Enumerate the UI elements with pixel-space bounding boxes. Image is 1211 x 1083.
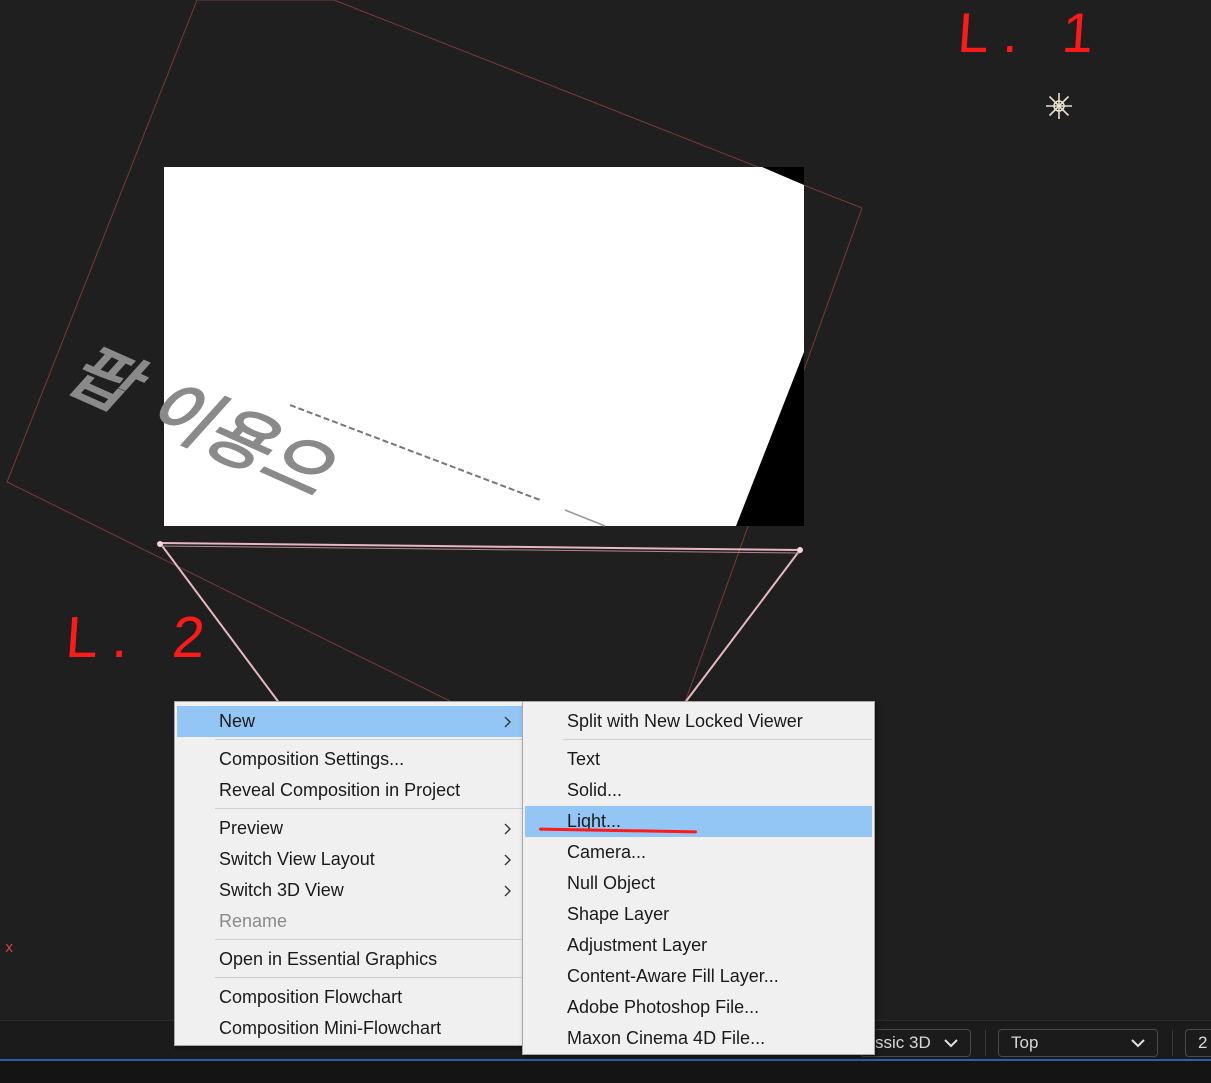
menu-item-cinema-4d-file[interactable]: Maxon Cinema 4D File... [525, 1023, 872, 1054]
menu-item-label: Rename [219, 911, 288, 931]
menu-item-preview[interactable]: Preview [177, 813, 523, 844]
menu-item-new[interactable]: New [177, 706, 523, 737]
renderer-value: ssic 3D [875, 1033, 931, 1052]
menu-item-label: Shape Layer [567, 904, 670, 924]
status-bar [0, 1061, 1211, 1083]
chevron-right-icon [504, 716, 511, 728]
toolbar-divider [985, 1030, 986, 1056]
menu-item-label: Content-Aware Fill Layer... [567, 966, 779, 986]
menu-item-label: Reveal Composition in Project [219, 780, 461, 800]
menu-item-shape-layer[interactable]: Shape Layer [525, 899, 872, 930]
wire-handle-left[interactable] [157, 541, 163, 547]
menu-separator [215, 939, 523, 940]
menu-item-label: New [219, 711, 256, 731]
3d-view-value: Top [1011, 1033, 1039, 1052]
axis-marker: x [5, 940, 14, 956]
menu-separator [563, 739, 872, 740]
menu-item-split-locked-viewer[interactable]: Split with New Locked Viewer [525, 706, 872, 737]
menu-item-camera[interactable]: Camera... [525, 837, 872, 868]
menu-item-label: Light... [567, 811, 622, 831]
menu-item-label: Open in Essential Graphics [219, 949, 438, 969]
toolbar-divider [1172, 1030, 1173, 1056]
menu-item-label: Adjustment Layer [567, 935, 708, 955]
renderer-dropdown[interactable]: ssic 3D [860, 1029, 971, 1057]
menu-item-label: Composition Flowchart [219, 987, 403, 1007]
menu-item-label: Switch View Layout [219, 849, 375, 869]
menu-item-adjustment-layer[interactable]: Adjustment Layer [525, 930, 872, 961]
menu-separator [215, 977, 523, 978]
layer2-wireframe[interactable] [157, 541, 802, 705]
menu-item-switch-view-layout[interactable]: Switch View Layout [177, 844, 523, 875]
menu-item-reveal-composition[interactable]: Reveal Composition in Project [177, 775, 523, 806]
chevron-right-icon [504, 854, 511, 866]
menu-item-label: Maxon Cinema 4D File... [567, 1028, 766, 1048]
menu-item-label: Text [567, 749, 601, 769]
context-menu: New Composition Settings... Reveal Compo… [174, 701, 526, 1046]
menu-separator [215, 739, 523, 740]
menu-item-label: Switch 3D View [219, 880, 344, 900]
menu-item-label: Adobe Photoshop File... [567, 997, 760, 1017]
menu-item-composition-settings[interactable]: Composition Settings... [177, 744, 523, 775]
3d-view-dropdown[interactable]: Top [998, 1029, 1158, 1057]
chevron-down-icon [1131, 1039, 1145, 1048]
view-layout-dropdown[interactable]: 2 [1185, 1029, 1211, 1057]
chevron-down-icon [944, 1039, 958, 1048]
menu-item-solid[interactable]: Solid... [525, 775, 872, 806]
menu-item-open-essential-graphics[interactable]: Open in Essential Graphics [177, 944, 523, 975]
light-icon[interactable] [1045, 92, 1073, 120]
view-layout-value: 2 [1198, 1033, 1208, 1052]
menu-item-label: Camera... [567, 842, 647, 862]
wire-handle-right[interactable] [797, 547, 803, 553]
chevron-right-icon [504, 885, 511, 897]
menu-item-content-aware-fill-layer[interactable]: Content-Aware Fill Layer... [525, 961, 872, 992]
menu-item-light[interactable]: Light... [525, 806, 872, 837]
menu-item-label: Composition Settings... [219, 749, 405, 769]
menu-item-composition-mini-flowchart[interactable]: Composition Mini-Flowchart [177, 1013, 523, 1044]
menu-item-label: Null Object [567, 873, 656, 893]
menu-item-label: Composition Mini-Flowchart [219, 1018, 442, 1038]
new-submenu: Split with New Locked Viewer Text Solid.… [522, 701, 875, 1055]
annotation-label-l1: L. 1 [955, 1, 1110, 64]
menu-item-switch-3d-view[interactable]: Switch 3D View [177, 875, 523, 906]
menu-item-composition-flowchart[interactable]: Composition Flowchart [177, 982, 523, 1013]
menu-item-label: Split with New Locked Viewer [567, 711, 803, 731]
chevron-right-icon [504, 823, 511, 835]
menu-separator [215, 808, 523, 809]
menu-item-photoshop-file[interactable]: Adobe Photoshop File... [525, 992, 872, 1023]
menu-item-text[interactable]: Text [525, 744, 872, 775]
annotation-label-l2: L. 2 [63, 605, 222, 670]
menu-item-rename: Rename [177, 906, 523, 937]
menu-item-null-object[interactable]: Null Object [525, 868, 872, 899]
menu-item-label: Preview [219, 818, 284, 838]
menu-item-label: Solid... [567, 780, 623, 800]
